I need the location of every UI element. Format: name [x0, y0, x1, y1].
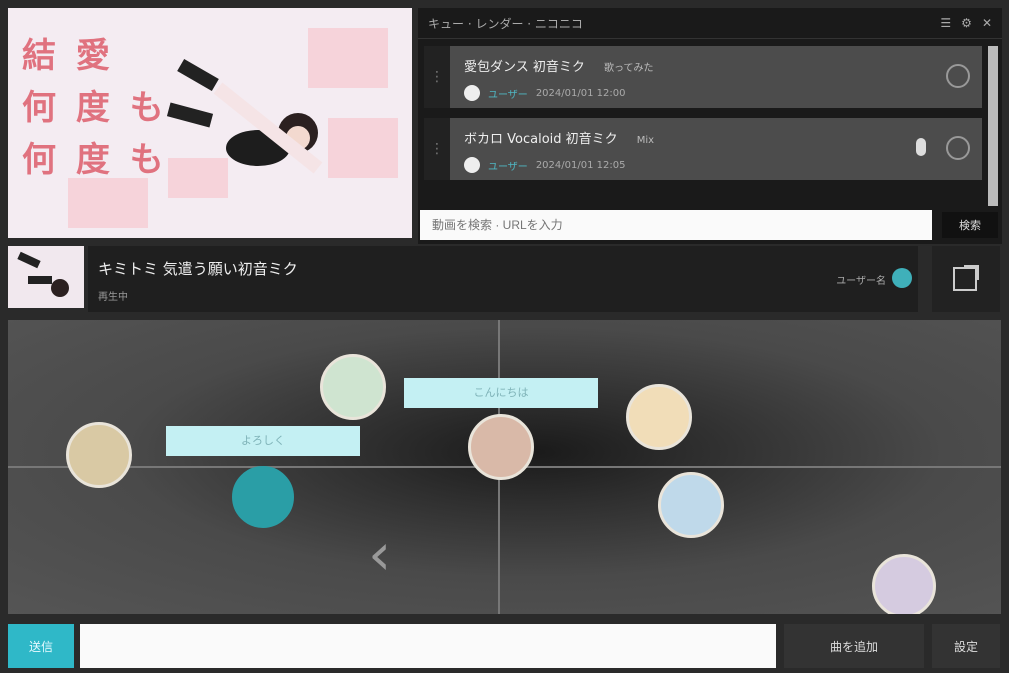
drag-handle-icon[interactable]: ⋮ [424, 118, 450, 180]
queue-item-user[interactable]: ユーザー [488, 86, 528, 101]
user-avatar[interactable] [626, 384, 692, 450]
user-avatar[interactable] [468, 414, 534, 480]
now-playing-user[interactable]: ユーザー名 [836, 272, 886, 287]
self-avatar[interactable] [232, 466, 294, 528]
settings-icon[interactable]: ⚙ [961, 16, 972, 30]
microphone-icon [916, 138, 926, 156]
video-background-block [68, 178, 148, 228]
add-song-button[interactable]: 曲を追加 [784, 624, 924, 668]
send-button[interactable]: 送信 [8, 624, 74, 668]
user-avatar[interactable] [320, 354, 386, 420]
queue-header-title: キュー · レンダー · ニコニコ [428, 16, 583, 31]
queue-list: ⋮ 愛包ダンス 初音ミク 歌ってみた ユーザー 2024/01/01 12:00… [424, 46, 982, 190]
queue-item[interactable]: ⋮ ボカロ Vocaloid 初音ミク Mix ユーザー 2024/01/01 … [424, 118, 982, 180]
queue-item-meta: 2024/01/01 12:05 [535, 159, 626, 171]
character-illustration [166, 58, 323, 174]
queue-item-title: ボカロ Vocaloid 初音ミク [464, 132, 618, 147]
chat-bubble: よろしく [166, 426, 360, 456]
room-stage[interactable]: こんにちは よろしく ‹ [8, 320, 1001, 614]
drag-handle-icon[interactable]: ⋮ [424, 46, 450, 108]
chat-bubble-text: こんにちは [473, 386, 529, 399]
close-icon[interactable]: ✕ [982, 16, 992, 30]
video-player[interactable]: 結 愛 何 度 も 何 度 も [8, 8, 412, 238]
user-avatar[interactable] [658, 472, 724, 538]
video-title-line: 何 度 も [22, 88, 168, 128]
external-link-icon [953, 264, 979, 291]
video-title-line: 何 度 も [22, 140, 168, 180]
back-arrow-icon[interactable]: ‹ [368, 520, 391, 588]
search-button[interactable]: 検索 [942, 212, 998, 238]
queue-item-tag: Mix [636, 135, 655, 146]
queue-item-user[interactable]: ユーザー [488, 158, 528, 173]
queue-item[interactable]: ⋮ 愛包ダンス 初音ミク 歌ってみた ユーザー 2024/01/01 12:00 [424, 46, 982, 108]
queue-panel: キュー · レンダー · ニコニコ ☰ ⚙ ✕ ⋮ 愛包ダンス 初音ミク 歌って… [418, 8, 1002, 244]
queue-item-title: 愛包ダンス 初音ミク [464, 60, 585, 75]
remove-button[interactable] [946, 136, 970, 160]
search-row: 検索 [418, 206, 1002, 244]
share-button[interactable] [932, 246, 1000, 312]
now-playing-bar: キミトミ 気遣う願い初音ミク 再生中 ユーザー名 [88, 246, 918, 312]
chat-bubble: こんにちは [404, 378, 598, 408]
thumbnail-illustration [17, 251, 69, 297]
bottom-bar: 送信 曲を追加 設定 [0, 618, 1009, 673]
queue-scrollbar[interactable] [988, 46, 998, 206]
user-avatar [464, 85, 480, 101]
queue-item-tag: 歌ってみた [603, 63, 654, 74]
user-avatar[interactable] [66, 422, 132, 488]
chat-input[interactable] [80, 624, 776, 668]
now-playing-subtitle: 再生中 [98, 292, 128, 303]
video-title-line: 結 愛 [22, 36, 114, 76]
user-avatar[interactable] [892, 268, 912, 288]
settings-button[interactable]: 設定 [932, 624, 1000, 668]
queue-item-meta: 2024/01/01 12:00 [535, 87, 626, 99]
user-avatar [464, 157, 480, 173]
now-playing-thumbnail [8, 246, 84, 308]
video-background-block [328, 118, 398, 178]
remove-button[interactable] [946, 64, 970, 88]
search-input[interactable] [420, 210, 932, 240]
user-avatar[interactable] [872, 554, 936, 614]
queue-header: キュー · レンダー · ニコニコ ☰ ⚙ ✕ [418, 8, 1002, 39]
now-playing-title: キミトミ 気遣う願い初音ミク [98, 260, 298, 278]
chat-bubble-text: よろしく [241, 434, 285, 447]
list-icon[interactable]: ☰ [940, 16, 951, 30]
